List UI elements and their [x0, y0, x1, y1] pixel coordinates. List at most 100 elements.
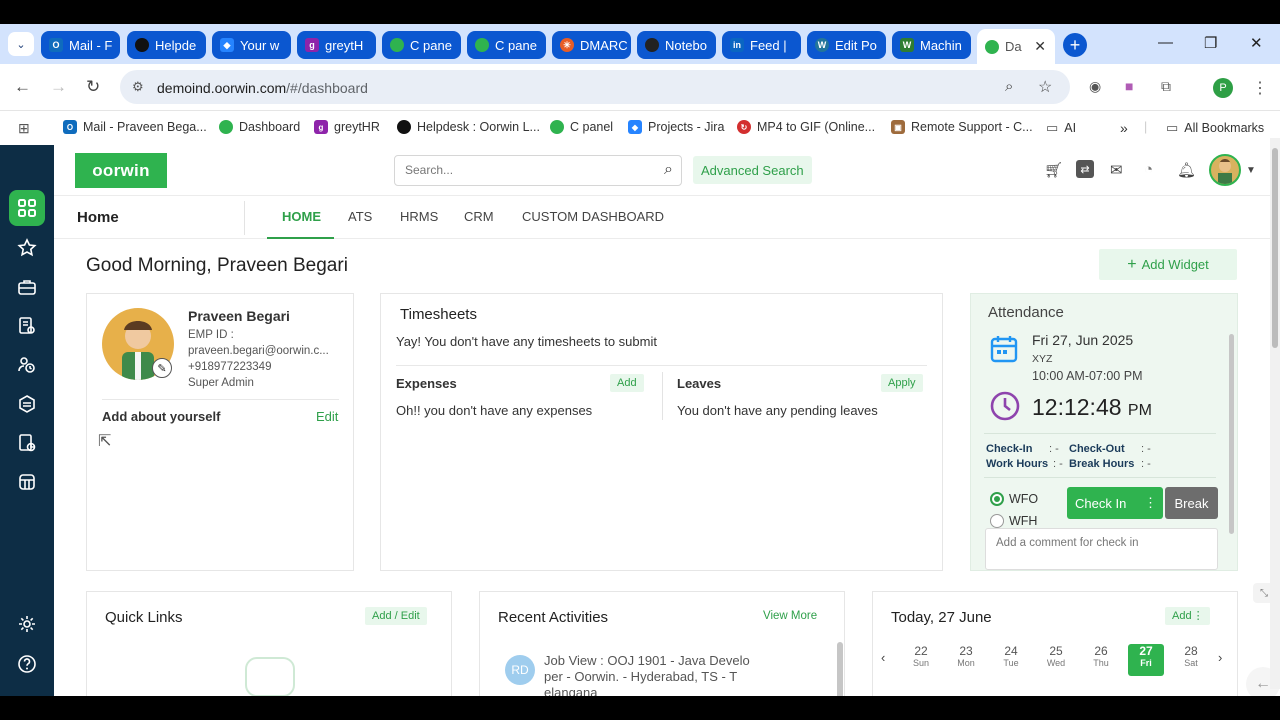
camera-icon[interactable]: ◉ — [1089, 78, 1101, 95]
nav-jobs-icon[interactable] — [13, 273, 41, 301]
bookmark-item[interactable]: ↻ MP4 to GIF (Online... — [737, 120, 875, 134]
page-scrollbar[interactable] — [1270, 138, 1280, 689]
maximize-icon[interactable]: ❐ — [1204, 34, 1217, 52]
user-avatar[interactable] — [1209, 154, 1241, 186]
bookmark-item[interactable]: g greytHR — [314, 120, 380, 134]
activity-item[interactable]: Job View : OOJ 1901 - Java Develo per - … — [544, 653, 750, 696]
bookmark-item[interactable]: ▣ Remote Support - C... — [891, 120, 1033, 134]
chevron-right-icon[interactable]: › — [1218, 650, 1222, 665]
page-scrollbar-thumb[interactable] — [1272, 148, 1278, 348]
browser-tab[interactable]: W Edit Po — [807, 31, 886, 59]
browser-tab[interactable]: g greytH — [297, 31, 376, 59]
address-bar[interactable]: ⚙ demoind.oorwin.com/#/dashboard ⌕ ☆ — [120, 70, 1070, 104]
day-cell-selected[interactable]: 27 Fri — [1128, 644, 1164, 676]
reload-icon[interactable]: ↻ — [86, 77, 100, 97]
day-cell[interactable]: 26 Thu — [1083, 644, 1119, 676]
nav-help-icon[interactable] — [13, 650, 41, 678]
check-in-comment[interactable]: Add a comment for check in — [985, 528, 1218, 570]
wfo-radio[interactable] — [990, 492, 1004, 506]
all-bookmarks-button[interactable]: ▭ All Bookmarks — [1166, 120, 1264, 136]
browser-tab[interactable]: O Mail - F — [41, 31, 120, 59]
nav-settings-icon[interactable] — [13, 610, 41, 638]
day-cell[interactable]: 28 Sat — [1173, 644, 1209, 676]
apply-leave-button[interactable]: Apply — [881, 374, 923, 392]
kebab-menu-icon[interactable]: ⋮ — [1193, 609, 1204, 622]
minimize-icon[interactable]: — — [1158, 34, 1173, 51]
tab-home[interactable]: HOME — [282, 209, 321, 224]
nav-dashboard-icon[interactable] — [9, 190, 45, 226]
bookmark-item[interactable]: Helpdesk : Oorwin L... — [397, 120, 540, 134]
chevron-left-icon[interactable]: ‹ — [881, 650, 885, 665]
bookmark-item[interactable]: O Mail - Praveen Bega... — [63, 120, 207, 134]
nav-favorites-icon[interactable] — [13, 234, 41, 262]
check-in-button[interactable]: Check In ⋮ — [1067, 487, 1163, 519]
search-input[interactable] — [405, 163, 645, 177]
add-edit-links-button[interactable]: Add / Edit — [365, 607, 427, 625]
browser-tab[interactable]: ◆ Your w — [212, 31, 291, 59]
bookmark-folder[interactable]: ▭ AI — [1046, 120, 1076, 136]
add-widget-button[interactable]: + Add Widget — [1099, 249, 1237, 280]
tab-search-dropdown[interactable]: ⌄ — [8, 32, 34, 56]
tab-custom-dashboard[interactable]: CUSTOM DASHBOARD — [522, 209, 664, 224]
browser-tab[interactable]: C pane — [467, 31, 546, 59]
bookmarks-bar: ⊞ O Mail - Praveen Bega... Dashboard g gre… — [0, 111, 1280, 145]
card-scrollbar[interactable] — [837, 642, 843, 696]
mail-icon[interactable]: ✉ — [1110, 161, 1123, 179]
bookmark-item[interactable]: C panel — [550, 120, 613, 134]
tab-ats[interactable]: ATS — [348, 209, 372, 224]
notification-bell-icon[interactable]: 🔔︎ — [1177, 161, 1196, 179]
cart-icon[interactable]: 🛒︎ — [1044, 161, 1063, 179]
add-event-button[interactable]: Add ⋮ — [1165, 607, 1210, 625]
browser-tab[interactable]: W Machin — [892, 31, 971, 59]
apps-grid-icon[interactable]: ⊞ — [18, 120, 30, 137]
bookmark-star-icon[interactable]: ☆ — [1038, 77, 1052, 97]
nav-marketplace-icon[interactable] — [13, 468, 41, 496]
edit-about-link[interactable]: Edit — [316, 409, 338, 424]
puzzle-icon[interactable]: ⧉ — [1161, 78, 1171, 95]
edit-photo-icon[interactable]: ✎ — [152, 358, 172, 378]
card-scrollbar[interactable] — [1229, 334, 1234, 534]
view-more-link[interactable]: View More — [763, 610, 817, 622]
tab-label: DMARC — [580, 37, 628, 53]
day-cell[interactable]: 22 Sun — [903, 644, 939, 676]
new-tab-button[interactable]: + — [1063, 33, 1087, 57]
tab-crm[interactable]: CRM — [464, 209, 494, 224]
activity-icon[interactable]: ◔ — [1144, 161, 1153, 178]
browser-tab[interactable]: C pane — [382, 31, 461, 59]
wfh-radio[interactable] — [990, 514, 1004, 528]
browser-tab-active[interactable]: Da ✕ — [977, 29, 1055, 64]
nav-reports-icon[interactable] — [13, 429, 41, 457]
browser-tab[interactable]: ✳ DMARC — [552, 31, 631, 59]
browser-tab[interactable]: Notebo — [637, 31, 716, 59]
profile-avatar[interactable]: P — [1213, 78, 1233, 98]
bookmark-item[interactable]: Dashboard — [219, 120, 300, 134]
kebab-menu-icon[interactable]: ⋮ — [1144, 495, 1157, 511]
switch-icon[interactable]: ⇄ — [1076, 160, 1094, 178]
nav-candidates-icon[interactable] — [13, 312, 41, 340]
zoom-icon[interactable]: ⌕ — [1005, 78, 1013, 95]
menu-kebab-icon[interactable]: ⋮ — [1252, 78, 1268, 98]
oorwin-logo[interactable]: oorwin — [75, 153, 167, 188]
extension-icon[interactable]: ■ — [1125, 78, 1133, 94]
add-expense-button[interactable]: Add — [610, 374, 644, 392]
break-button[interactable]: Break — [1165, 487, 1218, 519]
search-icon[interactable]: ⌕ — [664, 161, 673, 179]
browser-tab[interactable]: Helpde — [127, 31, 206, 59]
tab-hrms[interactable]: HRMS — [400, 209, 438, 224]
site-info-icon[interactable]: ⚙ — [132, 79, 144, 95]
advanced-search-button[interactable]: Advanced Search — [693, 156, 812, 184]
nav-crm-icon[interactable] — [13, 390, 41, 418]
day-cell[interactable]: 23 Mon — [948, 644, 984, 676]
browser-tab[interactable]: in Feed | — [722, 31, 801, 59]
day-cell[interactable]: 24 Tue — [993, 644, 1029, 676]
more-bookmarks-button[interactable]: » — [1120, 120, 1128, 136]
close-tab-icon[interactable]: ✕ — [1034, 38, 1046, 55]
back-icon[interactable]: ← — [14, 77, 31, 97]
nav-hrms-icon[interactable] — [13, 351, 41, 379]
close-window-icon[interactable]: ✕ — [1250, 34, 1263, 52]
bookmark-item[interactable]: ◆ Projects - Jira — [628, 120, 724, 134]
global-search[interactable]: ⌕ — [394, 155, 682, 186]
day-cell[interactable]: 25 Wed — [1038, 644, 1074, 676]
forward-icon[interactable]: → — [50, 77, 67, 97]
chevron-down-icon[interactable]: ▼ — [1246, 165, 1256, 176]
